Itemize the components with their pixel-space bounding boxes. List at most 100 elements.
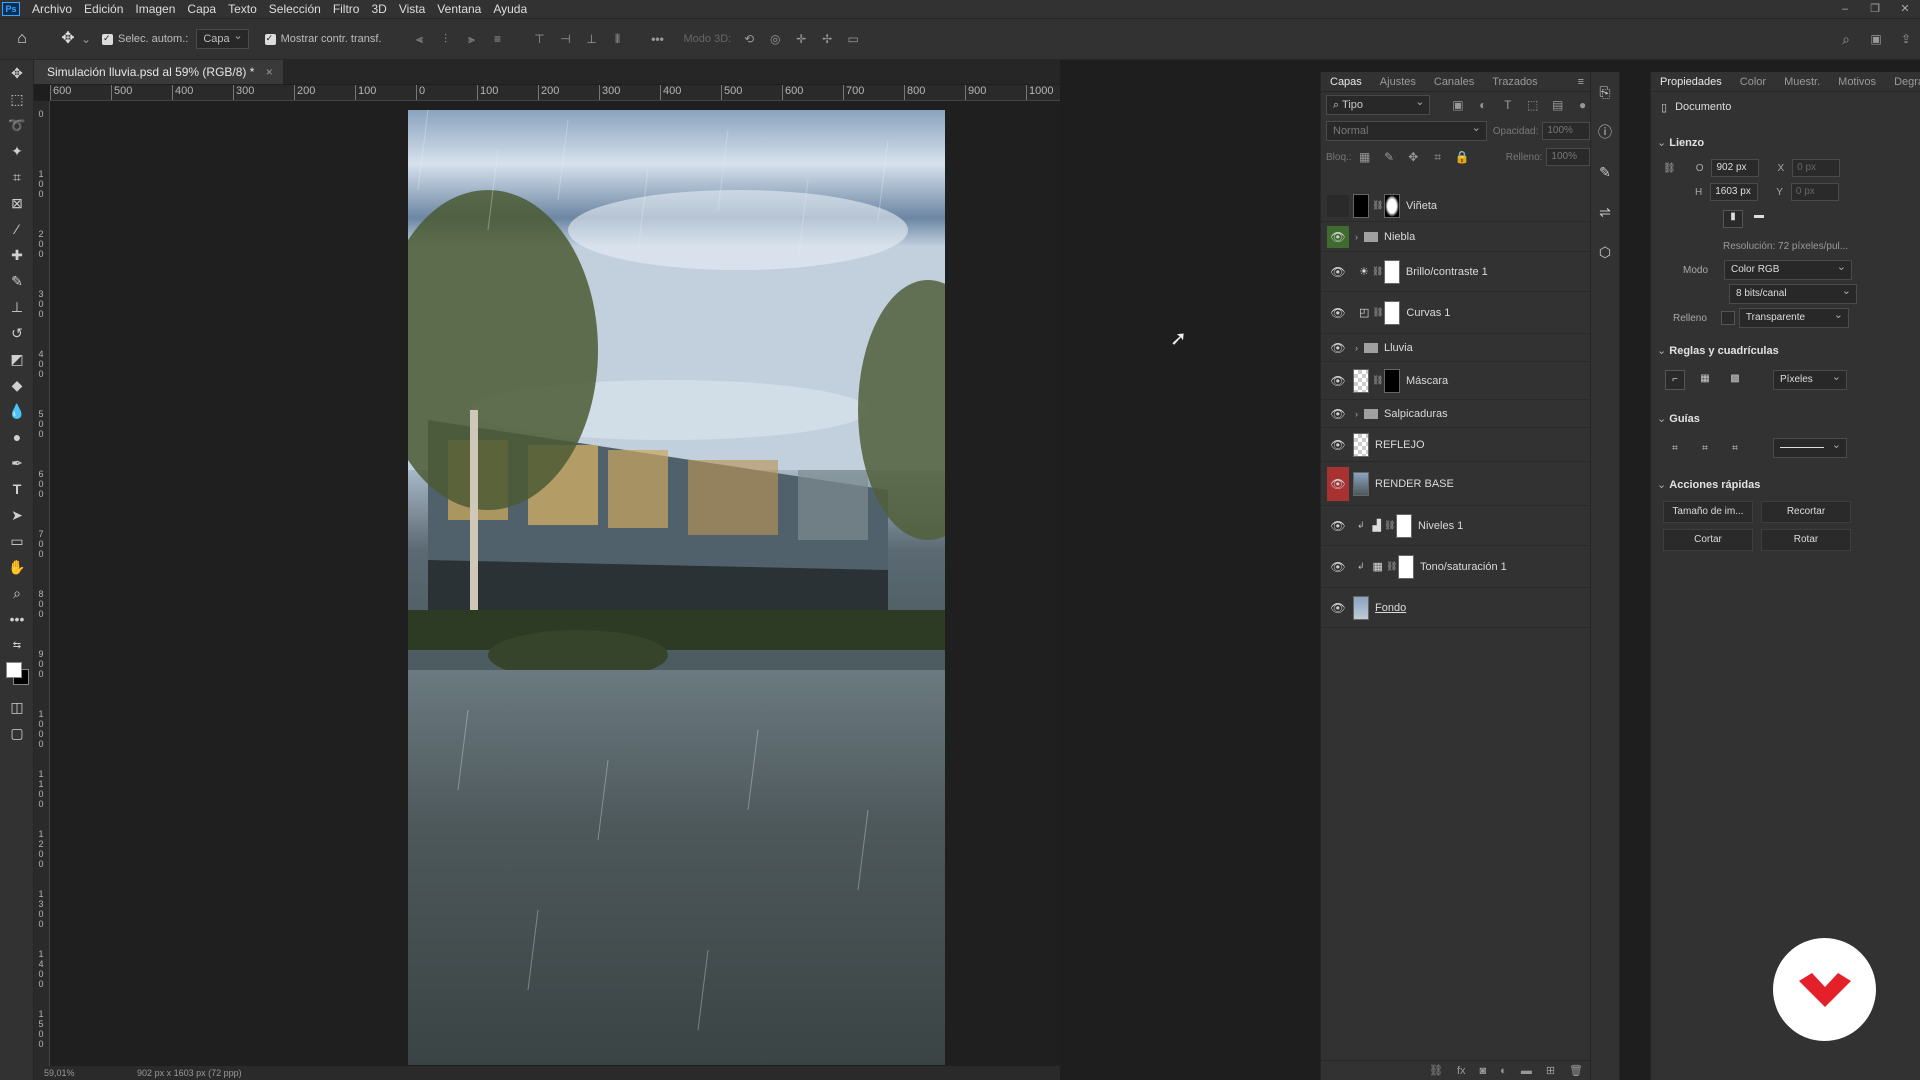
layer-group-row[interactable]: 👁 › Salpicaduras bbox=[1321, 400, 1591, 428]
layer-group-row[interactable]: 👁 › Lluvia bbox=[1321, 334, 1591, 362]
bit-depth-select[interactable]: 8 bits/canal bbox=[1729, 282, 1857, 304]
eye-icon[interactable]: 👁 bbox=[1327, 466, 1349, 501]
lock-artboard-icon[interactable]: ⌗ bbox=[1430, 150, 1444, 164]
menu-archivo[interactable]: Archivo bbox=[26, 2, 78, 16]
tab-ajustes[interactable]: Ajustes bbox=[1371, 72, 1425, 92]
path-selection-tool-icon[interactable]: ➤ bbox=[0, 502, 34, 528]
menu-imagen[interactable]: Imagen bbox=[129, 2, 181, 16]
adjust-panel-icon[interactable]: ⇌ bbox=[1591, 192, 1619, 232]
tab-capas[interactable]: Capas bbox=[1321, 72, 1371, 92]
lock-transparent-icon[interactable]: ▦ bbox=[1358, 150, 1372, 164]
eraser-tool-icon[interactable]: ◩ bbox=[0, 346, 34, 372]
crop-button[interactable]: Recortar bbox=[1761, 501, 1851, 523]
delete-layer-icon[interactable]: 🗑 bbox=[1569, 1064, 1583, 1077]
filter-shape-icon[interactable]: ⬚ bbox=[1525, 98, 1540, 112]
tab-degradados[interactable]: Degrad. bbox=[1885, 72, 1920, 92]
marquee-tool-icon[interactable]: ⬚ bbox=[0, 86, 34, 112]
align-bottom-icon[interactable]: ⊥ bbox=[584, 32, 600, 46]
tab-canales[interactable]: Canales bbox=[1425, 72, 1483, 92]
menu-vista[interactable]: Vista bbox=[393, 2, 431, 16]
search-icon[interactable]: ⌕ bbox=[1838, 32, 1854, 46]
menu-capa[interactable]: Capa bbox=[181, 2, 222, 16]
align-center-h-icon[interactable]: ⫶ bbox=[438, 32, 454, 46]
filter-toggle-icon[interactable]: ● bbox=[1575, 98, 1590, 112]
filter-smartobject-icon[interactable]: ▤ bbox=[1550, 98, 1565, 112]
lock-all-icon[interactable]: 🔒 bbox=[1455, 150, 1470, 164]
type-tool-icon[interactable]: T bbox=[0, 476, 34, 502]
fill-input[interactable]: 100% bbox=[1546, 148, 1590, 166]
workspace-icon[interactable]: ▣ bbox=[1868, 32, 1884, 46]
rotate-button[interactable]: Rotar bbox=[1761, 529, 1851, 551]
layer-row[interactable]: 👁 Fondo bbox=[1321, 588, 1591, 628]
stamp-tool-icon[interactable]: ⊥ bbox=[0, 294, 34, 320]
eye-icon[interactable]: 👁 bbox=[1327, 370, 1349, 392]
layer-style-icon[interactable]: fx bbox=[1457, 1065, 1466, 1077]
expand-arrow-icon[interactable]: › bbox=[1355, 232, 1358, 242]
blur-tool-icon[interactable]: 💧 bbox=[0, 398, 34, 424]
quick-actions-section-header[interactable]: Acciones rápidas bbox=[1651, 472, 1920, 498]
layer-group-row[interactable]: 👁 › Niebla bbox=[1321, 222, 1591, 252]
dodge-tool-icon[interactable]: ● bbox=[0, 424, 34, 450]
align-right-icon[interactable]: ⫸ bbox=[464, 32, 480, 46]
horizontal-ruler[interactable]: 600 500 400 300 200 100 0 100 200 300 400 500 600 700… bbox=[50, 85, 1060, 101]
guides-section-header[interactable]: Guías bbox=[1651, 406, 1920, 432]
align-middle-v-icon[interactable]: ⊣ bbox=[558, 32, 574, 46]
show-transform-checkbox[interactable]: Mostrar contr. transf. bbox=[264, 33, 382, 45]
eye-icon[interactable]: 👁 bbox=[1327, 515, 1349, 537]
eye-icon[interactable]: 👁 bbox=[1327, 337, 1349, 359]
tab-muestras[interactable]: Muestr. bbox=[1775, 72, 1829, 92]
eye-icon[interactable]: 👁 bbox=[1327, 597, 1349, 619]
blend-mode-select[interactable]: Normal bbox=[1326, 119, 1487, 141]
hand-tool-icon[interactable]: ✋ bbox=[0, 554, 34, 580]
menu-edicion[interactable]: Edición bbox=[78, 2, 129, 16]
expand-arrow-icon[interactable]: › bbox=[1355, 409, 1358, 419]
pixel-grid-icon[interactable]: ▩ bbox=[1725, 370, 1745, 390]
zoom-tool-icon[interactable]: ⌕ bbox=[0, 580, 34, 606]
document-tab[interactable]: Simulación lluvia.psd al 59% (RGB/8) * × bbox=[34, 60, 283, 84]
minimize-icon[interactable]: – bbox=[1830, 0, 1860, 18]
screen-mode-icon[interactable]: ▢ bbox=[0, 720, 34, 746]
layer-filter-select[interactable]: ⌕ Tipo bbox=[1326, 93, 1431, 115]
guide-color-select[interactable] bbox=[1773, 436, 1847, 458]
restore-icon[interactable]: ❐ bbox=[1860, 0, 1890, 18]
landscape-orientation-icon[interactable]: ▬ bbox=[1749, 210, 1769, 228]
distribute-v-icon[interactable]: ⦀ bbox=[610, 32, 626, 46]
image-size-button[interactable]: Tamaño de im... bbox=[1663, 501, 1753, 523]
clear-guides-icon[interactable]: ⌗ bbox=[1725, 443, 1745, 454]
fill-select[interactable]: Transparente bbox=[1738, 306, 1849, 328]
visibility-off-icon[interactable] bbox=[1327, 194, 1349, 217]
eye-icon[interactable]: 👁 bbox=[1327, 261, 1349, 283]
brush-panel-icon[interactable]: ✎ bbox=[1591, 152, 1619, 192]
layer-row[interactable]: 👁 RENDER BASE bbox=[1321, 462, 1591, 506]
brush-tool-icon[interactable]: ✎ bbox=[0, 268, 34, 294]
link-dimensions-icon[interactable]: ⛓ bbox=[1663, 163, 1676, 174]
eye-icon[interactable]: 👁 bbox=[1327, 302, 1349, 324]
ruler-units-select[interactable]: Píxeles bbox=[1773, 368, 1847, 390]
menu-texto[interactable]: Texto bbox=[222, 2, 263, 16]
layer-row[interactable]: ⛓ Viñeta bbox=[1321, 190, 1591, 222]
edit-toolbar-icon[interactable]: ••• bbox=[0, 606, 34, 632]
color-mode-select[interactable]: Color RGB bbox=[1724, 258, 1853, 280]
auto-select-target-select[interactable]: Capa bbox=[196, 27, 249, 49]
tab-propiedades[interactable]: Propiedades bbox=[1651, 72, 1731, 92]
lock-position-icon[interactable]: ✥ bbox=[1406, 150, 1420, 164]
menu-ventana[interactable]: Ventana bbox=[431, 2, 487, 16]
rulers-grids-section-header[interactable]: Reglas y cuadrículas bbox=[1651, 338, 1920, 364]
distribute-h-icon[interactable]: ≡ bbox=[490, 32, 506, 46]
lasso-tool-icon[interactable]: ➰ bbox=[0, 112, 34, 138]
menu-filtro[interactable]: Filtro bbox=[327, 2, 366, 16]
healing-brush-tool-icon[interactable]: ✚ bbox=[0, 242, 34, 268]
3d-panel-icon[interactable]: ⬡ bbox=[1591, 232, 1619, 272]
menu-3d[interactable]: 3D bbox=[365, 2, 392, 16]
new-layer-icon[interactable]: ⊞ bbox=[1546, 1064, 1555, 1077]
new-adjustment-icon[interactable]: ◐ bbox=[1500, 1065, 1507, 1077]
filter-type-icon[interactable]: T bbox=[1500, 98, 1515, 112]
pen-tool-icon[interactable]: ✒ bbox=[0, 450, 34, 476]
quick-mask-icon[interactable]: ◫ bbox=[0, 694, 34, 720]
portrait-orientation-icon[interactable]: ▮ bbox=[1723, 210, 1743, 228]
add-mask-icon[interactable]: ◙ bbox=[1480, 1065, 1487, 1077]
expand-arrow-icon[interactable]: › bbox=[1355, 343, 1358, 353]
color-swatches-icon[interactable] bbox=[0, 658, 34, 694]
tab-trazados[interactable]: Trazados bbox=[1483, 72, 1546, 92]
magic-wand-tool-icon[interactable]: ✦ bbox=[0, 138, 34, 164]
